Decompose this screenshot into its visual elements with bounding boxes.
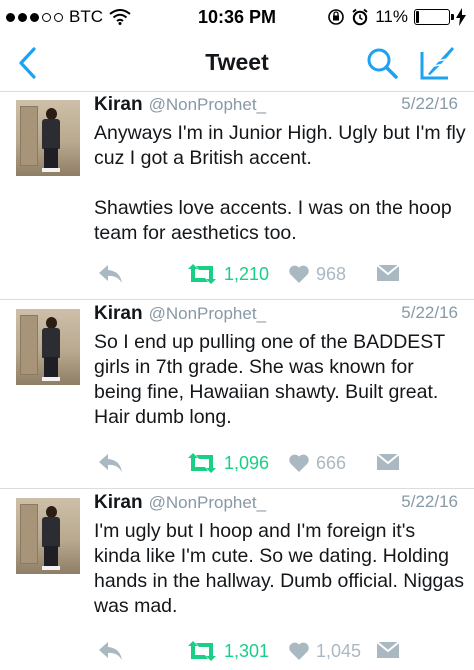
heart-icon <box>289 454 309 472</box>
author-name[interactable]: Kiran <box>94 303 143 324</box>
like-count: 968 <box>316 264 347 284</box>
retweet-count: 1,301 <box>224 641 270 661</box>
tweet-header: Kiran @NonProphet_ 5/22/16 <box>94 94 458 122</box>
author-name[interactable]: Kiran <box>94 492 143 513</box>
like-button[interactable]: 666 <box>288 449 346 477</box>
avatar[interactable] <box>16 309 80 385</box>
like-count: 1,045 <box>316 641 362 661</box>
battery-percent: 11% <box>375 7 408 26</box>
tweet-header: Kiran @NonProphet_ 5/22/16 <box>94 303 458 331</box>
tweet-actions: 1,301 1,045 <box>0 637 474 667</box>
avatar[interactable] <box>16 100 80 176</box>
like-button[interactable]: 1,045 <box>288 637 361 665</box>
retweet-icon <box>188 453 216 473</box>
retweet-count: 1,096 <box>224 453 270 473</box>
author-name[interactable]: Kiran <box>94 94 143 115</box>
tweet-date: 5/22/16 <box>401 492 458 511</box>
nav-bar: Tweet <box>0 34 474 92</box>
tweet-header: Kiran @NonProphet_ 5/22/16 <box>94 492 458 520</box>
search-icon[interactable] <box>365 46 399 80</box>
compose-tweet-icon[interactable] <box>418 44 456 82</box>
direct-message-icon[interactable] <box>376 263 400 283</box>
tweet-date: 5/22/16 <box>401 303 458 322</box>
retweet-button[interactable]: 1,301 <box>186 637 269 665</box>
reply-icon[interactable] <box>96 262 124 286</box>
author-handle[interactable]: @NonProphet_ <box>149 95 266 114</box>
reply-icon[interactable] <box>96 639 124 663</box>
battery-icon <box>414 9 454 25</box>
tweet-text: I'm ugly but I hoop and I'm foreign it's… <box>94 520 464 617</box>
tweet-text: So I end up pulling one of the BADDEST g… <box>94 331 445 428</box>
direct-message-icon[interactable] <box>376 452 400 472</box>
page-title: Tweet <box>205 49 269 75</box>
charging-bolt-icon <box>456 8 466 26</box>
tweet-actions: 1,210 968 <box>0 260 474 290</box>
retweet-icon <box>188 641 216 661</box>
author-handle[interactable]: @NonProphet_ <box>149 304 266 323</box>
retweet-button[interactable]: 1,096 <box>186 449 269 477</box>
tweet-text: Anyways I'm in Junior High. Ugly but I'm… <box>94 122 466 244</box>
retweet-button[interactable]: 1,210 <box>186 260 269 288</box>
avatar[interactable] <box>16 498 80 574</box>
reply-icon[interactable] <box>96 451 124 475</box>
status-bar: BTC 10:36 PM 11% <box>0 0 474 34</box>
like-button[interactable]: 968 <box>288 260 346 288</box>
heart-icon <box>289 265 309 283</box>
heart-icon <box>289 642 309 660</box>
tweet-item[interactable]: Kiran @NonProphet_ 5/22/16 Anyways I'm in… <box>0 92 474 300</box>
author-handle[interactable]: @NonProphet_ <box>149 493 266 512</box>
tweet-date: 5/22/16 <box>401 94 458 113</box>
tweet-actions: 1,096 666 <box>0 449 474 479</box>
retweet-icon <box>188 264 216 284</box>
tweet-item[interactable]: Kiran @NonProphet_ 5/22/16 So I end up pu… <box>0 301 474 489</box>
orientation-lock-icon <box>328 9 345 25</box>
like-count: 666 <box>316 453 347 473</box>
direct-message-icon[interactable] <box>376 640 400 660</box>
alarm-icon <box>352 8 368 26</box>
retweet-count: 1,210 <box>224 264 270 284</box>
tweet-item[interactable]: Kiran @NonProphet_ 5/22/16 I'm ugly but I… <box>0 490 474 670</box>
